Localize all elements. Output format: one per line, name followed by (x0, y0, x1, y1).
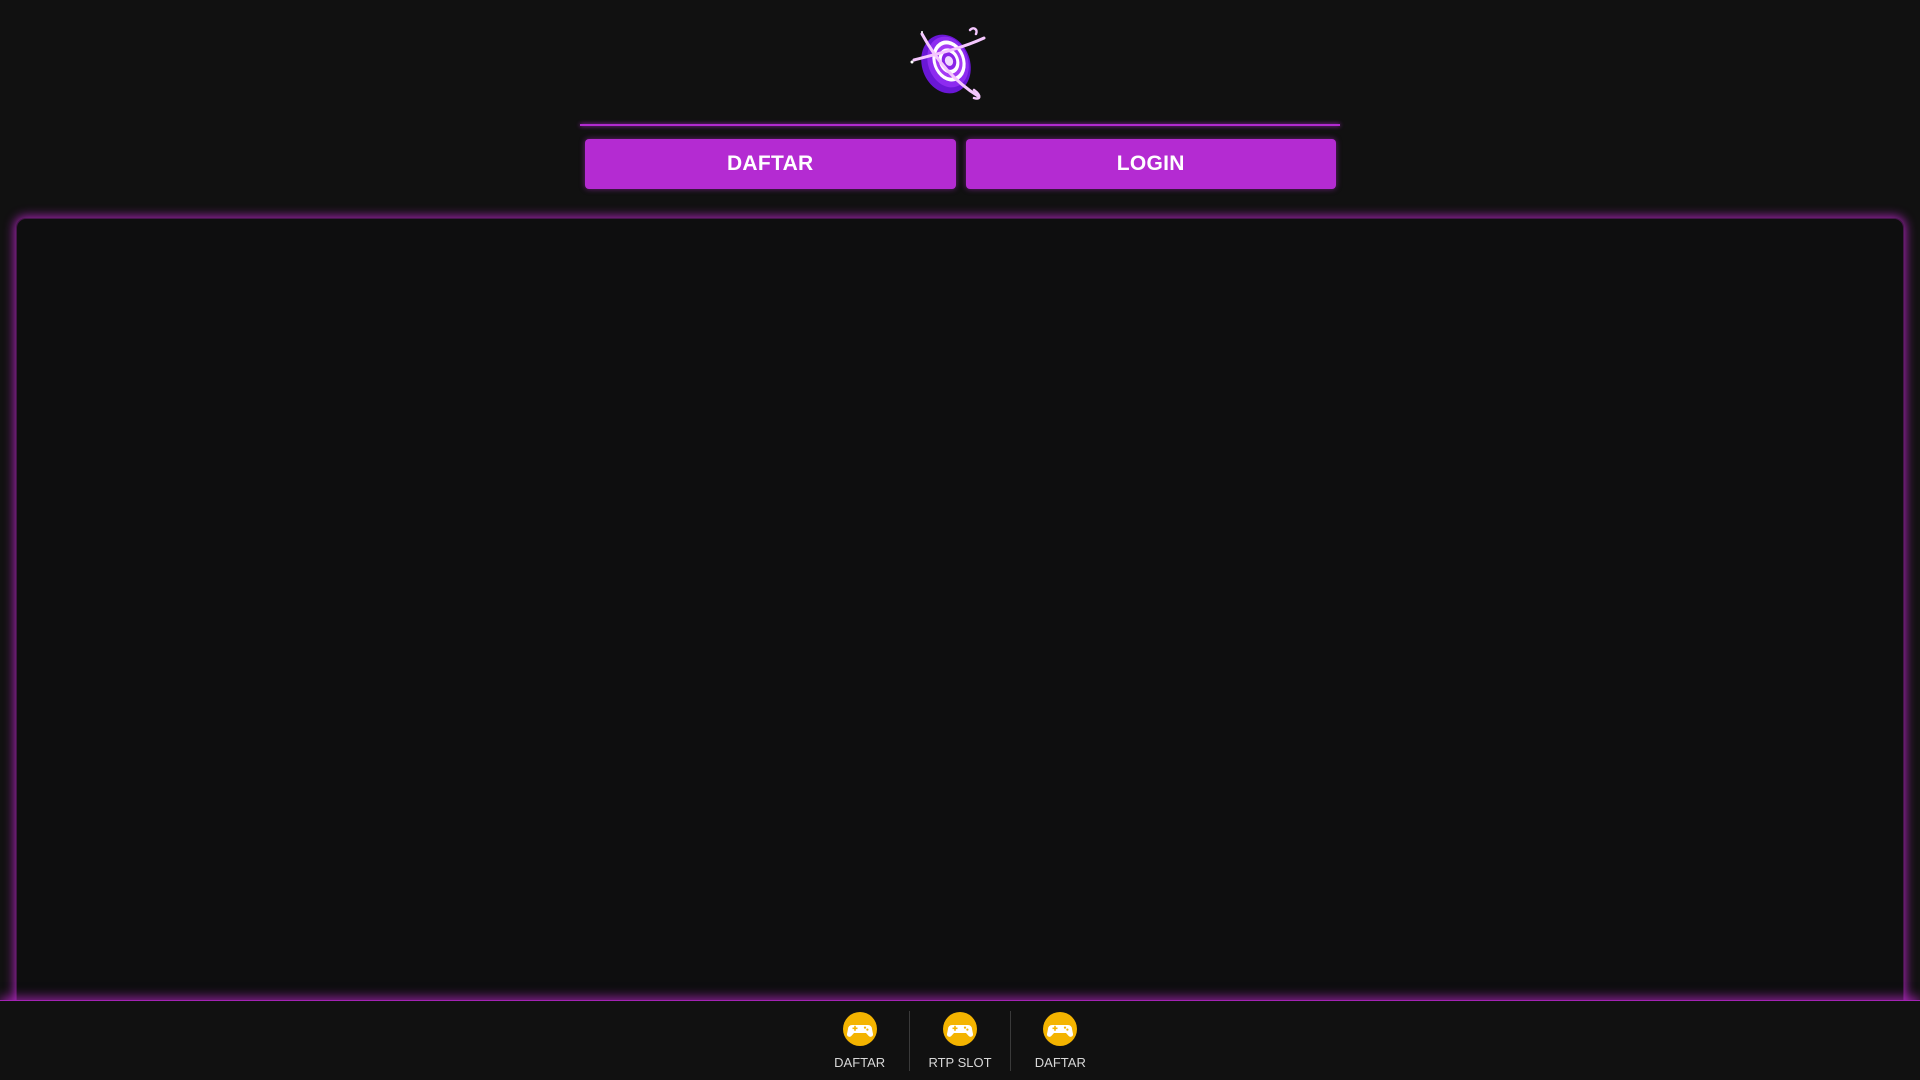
nav-item-rtp-slot[interactable]: RTP SLOT (909, 1011, 1009, 1071)
auth-buttons: DAFTAR LOGIN (585, 139, 1336, 189)
gamepad-icon (842, 1012, 877, 1046)
login-button[interactable]: LOGIN (965, 139, 1336, 189)
gamepad-icon (1043, 1012, 1078, 1046)
page: DAFTAR LOGIN DAFTAR RTP SLOT DAFTAR (0, 0, 1920, 1080)
bottom-nav: DAFTAR RTP SLOT DAFTAR (0, 1000, 1920, 1080)
gamepad-icon (942, 1012, 977, 1046)
nav-item-label: DAFTAR (1034, 1055, 1086, 1070)
main-content-frame (16, 218, 1904, 1008)
header-divider (580, 124, 1340, 126)
nav-item-daftar-2[interactable]: DAFTAR (1009, 1011, 1110, 1071)
bottom-nav-items: DAFTAR RTP SLOT DAFTAR (810, 1011, 1110, 1071)
nav-item-label: DAFTAR (834, 1055, 886, 1070)
nav-item-label: RTP SLOT (928, 1055, 992, 1070)
nav-item-daftar[interactable]: DAFTAR (810, 1011, 909, 1071)
galaxy-target-logo-icon[interactable] (908, 26, 988, 102)
register-button[interactable]: DAFTAR (585, 139, 956, 189)
header: DAFTAR LOGIN (0, 0, 1920, 200)
